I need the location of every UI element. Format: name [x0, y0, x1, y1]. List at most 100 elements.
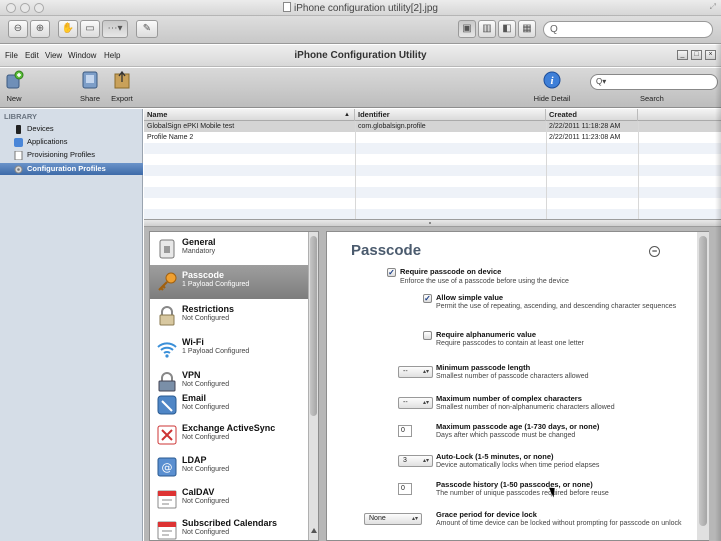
zoom-in-button[interactable]: ⊕	[30, 20, 50, 38]
two-page-button[interactable]: ▥	[478, 20, 496, 38]
require-passcode-checkbox[interactable]: ✓	[387, 268, 396, 277]
payload-subtitle: Not Configured	[182, 381, 230, 388]
max-age-input[interactable]: 0	[398, 425, 412, 437]
empty-row	[144, 198, 721, 209]
setting-description: Permit the use of repeating, ascending, …	[436, 303, 677, 310]
sidebar-toggle-button[interactable]: ◧	[498, 20, 516, 38]
setting-title: Passcode history (1-50 passcodes, or non…	[436, 480, 593, 489]
app-search-input[interactable]: Q▾	[590, 74, 718, 90]
pane-splitter[interactable]	[144, 219, 721, 227]
maximize-icon[interactable]: □	[691, 50, 702, 60]
require-passcode-setting: Require passcode on device	[400, 267, 501, 276]
view-menu-button[interactable]: ⋯▾	[102, 20, 128, 38]
setting-title: Maximum passcode age (1-730 days, or non…	[436, 422, 600, 431]
minimize-icon[interactable]: _	[677, 50, 688, 60]
empty-row	[144, 187, 721, 198]
resize-icon[interactable]: ⤢	[710, 2, 716, 12]
payload-subtitle: Not Configured	[182, 498, 230, 505]
autolock-stepper[interactable]: 3 ▴▾	[398, 455, 433, 467]
page-title: Passcode	[351, 242, 422, 259]
min-length-stepper[interactable]: -- ▴▾	[398, 366, 433, 378]
autolock-setting: Auto-Lock (1-5 minutes, or none) Device …	[436, 452, 706, 470]
scroll-up-icon[interactable]	[311, 528, 317, 533]
wifi-icon	[157, 342, 177, 358]
menu-bar: File Edit View Window Help iPhone Config…	[0, 45, 721, 67]
sidebar-item-configuration-profiles[interactable]: Configuration Profiles	[0, 163, 143, 175]
general-icon	[159, 239, 175, 259]
library-header: LIBRARY	[4, 112, 38, 121]
complex-chars-setting: Maximum number of complex characters Sma…	[436, 394, 706, 412]
sidebar-item-devices[interactable]: Devices	[12, 123, 143, 135]
row-identifier	[355, 132, 546, 143]
annotate-button[interactable]: ✎	[136, 20, 158, 38]
thumbnail-button[interactable]: ▦	[518, 20, 536, 38]
column-created[interactable]: Created	[546, 109, 638, 121]
profiles-table: Name ▲ Identifier Created GlobalSign ePKI…	[144, 109, 721, 220]
hide-detail-button[interactable]: i Hide Detail	[532, 70, 572, 103]
passcode-detail-panel: Passcode − ✓ Require passcode on device …	[326, 231, 709, 541]
column-name[interactable]: Name ▲	[144, 109, 355, 121]
scrollbar-thumb[interactable]	[699, 236, 707, 526]
zoom-out-button[interactable]: ⊖	[8, 20, 28, 38]
payload-list: General Mandatory Passcode 1 Payload Con…	[149, 231, 319, 541]
payload-item-caldav[interactable]: CalDAV Not Configured	[150, 482, 308, 516]
scrollbar-thumb[interactable]	[310, 236, 317, 416]
payload-item-wifi[interactable]: Wi-Fi 1 Payload Configured	[150, 332, 308, 366]
max-age-setting: Maximum passcode age (1-730 days, or non…	[436, 422, 706, 440]
complex-chars-value: --	[403, 399, 408, 406]
iphone-icon	[16, 125, 21, 134]
min-length-value: --	[403, 368, 408, 375]
complex-chars-stepper[interactable]: -- ▴▾	[398, 397, 433, 409]
info-icon: i	[543, 71, 561, 89]
remove-payload-button[interactable]: −	[649, 246, 660, 257]
table-row[interactable]: GlobalSign ePKI Mobile test com.globalsi…	[144, 121, 721, 132]
column-name-label: Name	[147, 110, 168, 119]
calendar-icon	[157, 490, 177, 509]
payload-subtitle: Not Configured	[182, 315, 230, 322]
payload-subtitle: Not Configured	[182, 529, 230, 536]
payload-item-general[interactable]: General Mandatory	[150, 232, 308, 266]
payload-item-passcode[interactable]: Passcode 1 Payload Configured	[150, 265, 308, 299]
share-button[interactable]: Share	[78, 70, 102, 103]
payload-item-subscribed-calendars[interactable]: Subscribed Calendars Not Configured	[150, 513, 308, 540]
detail-scrollbar[interactable]	[697, 232, 709, 540]
app-toolbar: New Share Export i Hide Detail Q▾ Search	[0, 68, 721, 108]
exchange-icon	[157, 425, 177, 445]
payload-list-scrollbar[interactable]	[308, 232, 318, 540]
svg-text:@: @	[162, 461, 173, 474]
payload-subtitle: Not Configured	[182, 434, 230, 441]
payload-item-ldap[interactable]: @ LDAP Not Configured	[150, 450, 308, 484]
sidebar-item-applications[interactable]: Applications	[12, 136, 143, 148]
require-alphanumeric-checkbox[interactable]	[423, 331, 432, 340]
allow-simple-checkbox[interactable]: ✓	[423, 294, 432, 303]
setting-title: Auto-Lock (1-5 minutes, or none)	[436, 452, 554, 461]
hand-tool-button[interactable]: ✋	[58, 20, 78, 38]
new-profile-icon	[6, 70, 24, 89]
setting-description: Device automatically locks when time per…	[436, 462, 600, 469]
search-label: Search	[640, 94, 664, 103]
new-button[interactable]: New	[2, 70, 26, 103]
select-tool-button[interactable]: ▭	[80, 20, 100, 38]
share-icon	[82, 71, 98, 89]
calendar-icon	[157, 521, 177, 540]
setting-title: Grace period for device lock	[436, 510, 537, 519]
single-page-button[interactable]: ▣	[458, 20, 476, 38]
payload-title: General	[182, 237, 216, 247]
history-input[interactable]: 0	[398, 483, 412, 495]
payload-item-email[interactable]: Email Not Configured	[150, 388, 308, 420]
setting-title: Require alphanumeric value	[436, 330, 537, 339]
table-row[interactable]: Profile Name 2 2/22/2011 11:23:08 AM	[144, 132, 721, 143]
sidebar-item-provisioning-profiles[interactable]: Provisioning Profiles	[12, 149, 143, 161]
payload-item-restrictions[interactable]: Restrictions Not Configured	[150, 299, 308, 333]
export-button[interactable]: Export	[108, 70, 136, 103]
payload-item-exchange[interactable]: Exchange ActiveSync Not Configured	[150, 418, 308, 452]
setting-description: Enforce the use of a passcode before usi…	[400, 278, 569, 285]
viewer-title: iPhone configuration utility[2].jpg	[0, 2, 721, 14]
setting-description: Smallest number of non-alphanumeric char…	[436, 404, 615, 411]
export-label: Export	[111, 94, 133, 103]
column-identifier[interactable]: Identifier	[355, 109, 546, 121]
payload-title: Restrictions	[182, 304, 235, 314]
payload-title: Wi-Fi	[182, 337, 204, 347]
grace-period-select[interactable]: None ▴▾	[364, 513, 422, 525]
viewer-search-input[interactable]: Q	[543, 21, 713, 38]
